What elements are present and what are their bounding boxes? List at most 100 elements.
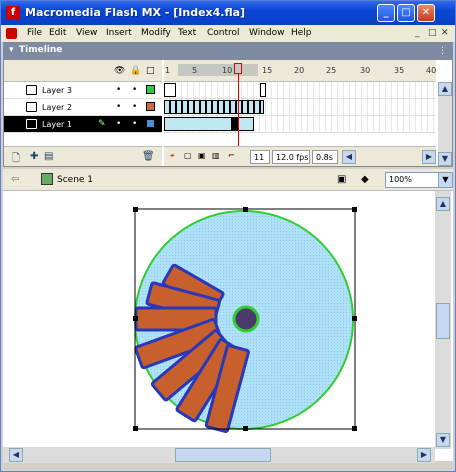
insert-folder-icon[interactable]: ▤ [44,151,53,162]
stage-canvas[interactable] [3,191,435,447]
outline-color-swatch[interactable] [146,119,155,128]
collapse-arrow-icon[interactable]: ▾ [9,45,14,55]
playhead-line [238,74,239,146]
menu-edit[interactable]: Edit [49,28,66,38]
outline-color-swatch[interactable] [146,102,155,111]
scroll-thumb[interactable] [175,448,271,462]
scroll-right-button[interactable]: ▶ [422,150,436,164]
menu-control[interactable]: Control [207,28,240,38]
layer-row[interactable]: Layer 3 • • [4,82,162,99]
keyframe-span[interactable] [164,83,176,97]
doc-close-button[interactable]: ✕ [441,28,449,38]
minimize-button[interactable]: _ [377,4,395,22]
layer-tools: 🗋 ✚ ▤ 🗑 [4,146,162,166]
onion-outline-icon[interactable]: ▣ [198,151,206,160]
playhead[interactable] [234,63,242,74]
lock-dot[interactable]: • [132,102,137,112]
scene-icon [41,173,53,185]
timeline-panel-header[interactable]: ▾ Timeline ⋮ [3,42,453,59]
stage-horizontal-scrollbar[interactable]: ◀ ▶ [3,447,435,463]
scroll-left-button[interactable]: ◀ [342,150,356,164]
resize-handle[interactable] [133,316,138,321]
menu-insert[interactable]: Insert [106,28,132,38]
delete-layer-icon[interactable]: 🗑 [142,151,155,162]
layer-name[interactable]: Layer 3 [42,86,72,95]
resize-handle[interactable] [133,207,138,212]
stage-vertical-scrollbar[interactable]: ▲ ▼ [435,191,451,449]
tween-span[interactable] [238,117,254,131]
menu-window[interactable]: Window [249,28,285,38]
menu-text[interactable]: Text [178,28,196,38]
resize-handle[interactable] [352,426,357,431]
timeline-vertical-scrollbar[interactable]: ▲ ▼ [438,82,452,166]
resize-handle[interactable] [243,426,248,431]
menu-view[interactable]: View [76,28,97,38]
layer-name[interactable]: Layer 1 [42,120,72,129]
visibility-dot[interactable]: • [116,85,121,95]
doc-restore-button[interactable]: □ [428,28,437,38]
center-hub[interactable] [232,305,260,333]
scroll-down-button[interactable]: ▼ [438,152,452,166]
frame-row[interactable] [164,82,436,99]
frame-grid[interactable]: 1 5 10 15 20 25 30 35 40 [164,60,436,146]
edit-symbols-icon[interactable]: ◆ [361,174,369,185]
frame-row[interactable] [164,116,436,133]
onion-skin-icon[interactable]: ▢ [184,151,192,160]
add-layer-icon[interactable]: 🗋 [12,151,20,168]
outline-icon[interactable]: □ [146,66,155,76]
frame-number: 20 [294,66,305,75]
stage[interactable] [3,191,453,461]
menu-help[interactable]: Help [291,28,312,38]
scroll-up-button[interactable]: ▲ [436,197,450,211]
edit-bar: ⇦ Scene 1 ▣ ◆ 100% ▼ [3,169,453,191]
outline-color-swatch[interactable] [146,85,155,94]
frame-number: 40 [426,66,436,75]
lock-dot[interactable]: • [132,119,137,129]
layer-name[interactable]: Layer 2 [42,103,72,112]
visibility-dot[interactable]: • [116,102,121,112]
close-button[interactable]: ✕ [417,4,435,22]
resize-handle[interactable] [243,207,248,212]
edit-multiple-frames-icon[interactable]: ▥ [212,151,220,160]
keyframe-span[interactable] [260,83,266,97]
title-bar: f Macromedia Flash MX - [Index4.fla] _ □… [1,1,455,25]
current-frame-field: 11 [250,150,270,164]
elapsed-time-field: 0.8s [312,150,338,164]
layer-row-selected[interactable]: Layer 1 ✎ • • [4,116,162,133]
frame-row[interactable] [164,99,436,116]
center-frame-icon[interactable]: ⌖ [170,151,175,161]
scroll-up-button[interactable]: ▲ [438,82,452,96]
scroll-thumb[interactable] [436,303,450,339]
eye-icon[interactable]: 👁 [114,66,125,76]
doc-minimize-button[interactable]: _ [415,28,420,38]
onion-skin-markers[interactable] [178,64,258,76]
visibility-dot[interactable]: • [116,119,121,129]
menu-file[interactable]: File [27,28,42,38]
resize-handle[interactable] [352,207,357,212]
maximize-button[interactable]: □ [397,4,415,22]
scroll-down-button[interactable]: ▼ [436,433,450,447]
back-arrow-icon[interactable]: ⇦ [11,174,19,185]
panel-grip-icon[interactable]: ⋮ [438,46,447,56]
tween-span[interactable] [164,117,232,131]
edit-scene-icon[interactable]: ▣ [337,174,346,185]
scroll-left-button[interactable]: ◀ [9,448,23,462]
modify-onion-markers-icon[interactable]: ⌐ [228,151,235,160]
resize-handle[interactable] [133,426,138,431]
lock-dot[interactable]: • [132,85,137,95]
frame-number: 15 [262,66,273,75]
menu-modify[interactable]: Modify [141,28,171,38]
scroll-right-button[interactable]: ▶ [417,448,431,462]
zoom-dropdown[interactable]: 100% ▼ [385,172,453,188]
resize-handle[interactable] [352,316,357,321]
keyframe-span[interactable] [164,100,264,114]
document-icon[interactable] [6,28,17,39]
frame-ruler[interactable]: 1 5 10 15 20 25 30 35 40 [164,60,436,82]
flash-window: f Macromedia Flash MX - [Index4.fla] _ □… [0,0,456,472]
add-guide-layer-icon[interactable]: ✚ [30,151,38,162]
layer-row[interactable]: Layer 2 • • [4,99,162,116]
chevron-down-icon[interactable]: ▼ [438,173,452,187]
lock-icon[interactable]: 🔒 [130,66,141,76]
layer-header: 👁 🔒 □ [4,60,162,82]
scene-label[interactable]: Scene 1 [57,175,93,185]
